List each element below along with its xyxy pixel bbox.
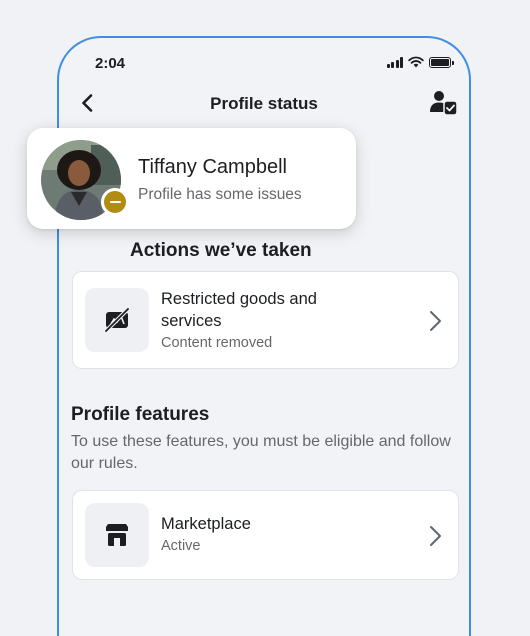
account-status-icon[interactable] <box>429 90 459 116</box>
action-item-title: Restricted goods and services <box>161 290 317 330</box>
marketplace-shop-icon <box>106 524 128 546</box>
profile-status-text: Profile has some issues <box>138 186 302 203</box>
status-icons <box>386 56 454 68</box>
restricted-goods-icon <box>104 307 130 333</box>
wifi-icon <box>408 56 424 68</box>
features-section-title: Profile features <box>71 404 210 425</box>
action-item-subtitle: Content removed <box>161 335 273 351</box>
page-title: Profile status <box>210 94 318 113</box>
status-time: 2:04 <box>95 55 126 72</box>
signal-icon <box>386 56 403 68</box>
chevron-right-icon <box>430 526 441 546</box>
feature-item-title: Marketplace <box>161 515 251 533</box>
chevron-right-icon <box>430 311 441 331</box>
avatar-container <box>41 140 129 220</box>
battery-icon <box>429 56 454 68</box>
item-icon-box <box>85 503 149 567</box>
feature-item-marketplace[interactable]: Marketplace Active <box>72 490 459 580</box>
features-section-description: To use these features, you must be eligi… <box>71 433 451 472</box>
feature-item-subtitle: Active <box>161 538 201 554</box>
profile-card: Tiffany Campbell Profile has some issues <box>27 128 356 229</box>
item-icon-box <box>85 288 149 352</box>
profile-name: Tiffany Campbell <box>138 156 287 178</box>
warning-status-badge <box>101 188 129 216</box>
action-item-restricted-goods[interactable]: Restricted goods and services Content re… <box>72 271 459 369</box>
actions-section-title: Actions we’ve taken <box>130 240 312 261</box>
